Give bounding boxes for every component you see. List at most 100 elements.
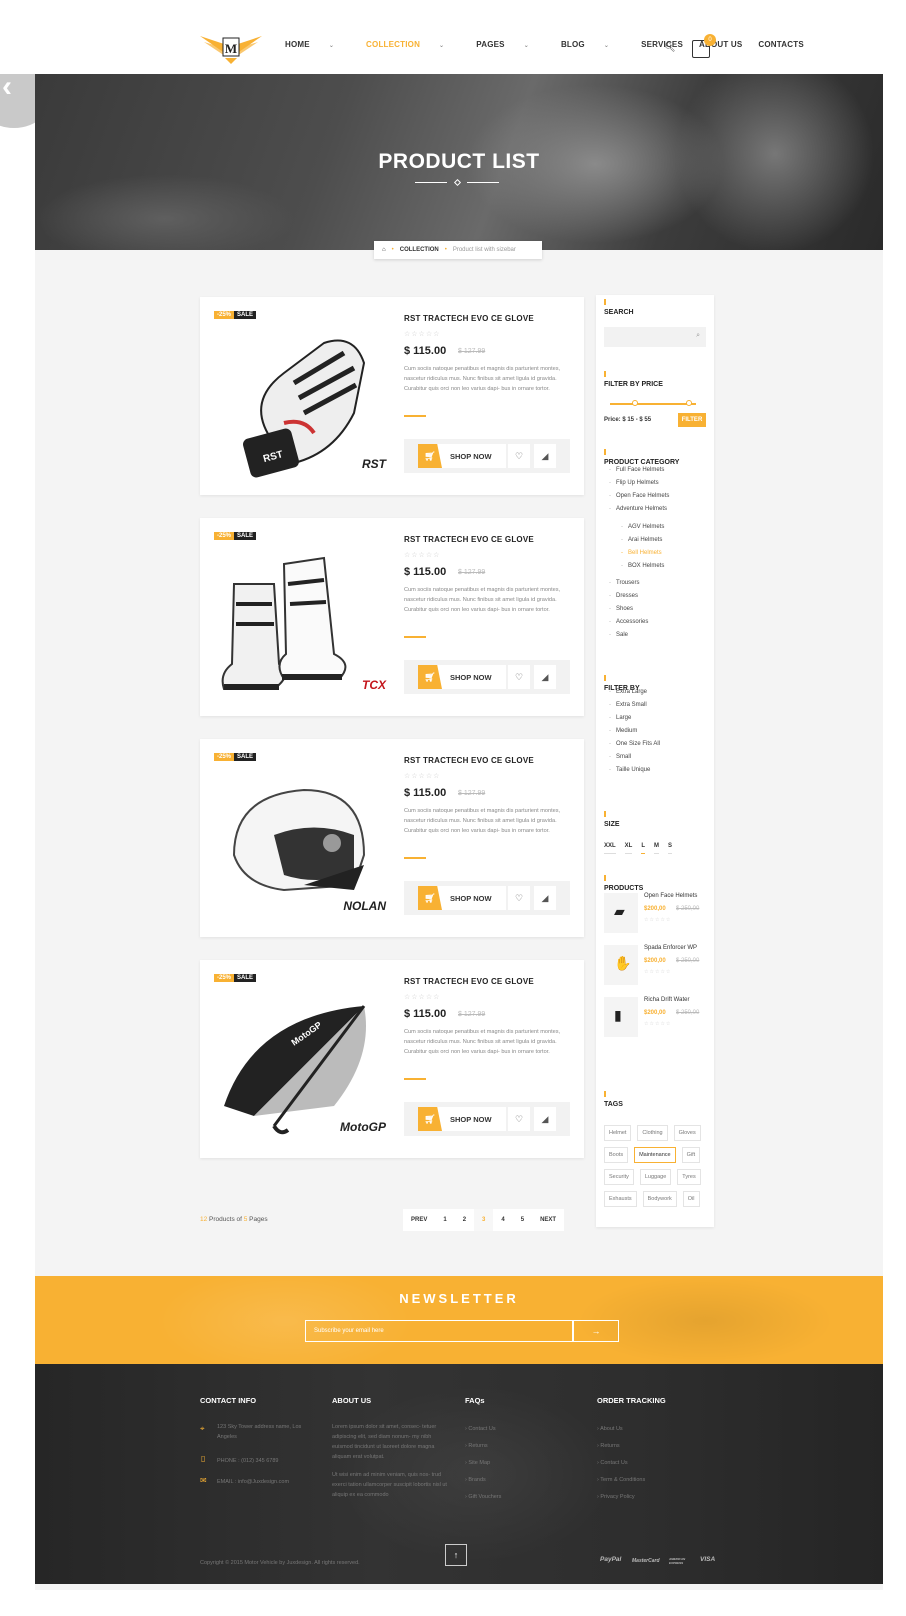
tracking-link[interactable]: › Returns [597,1441,620,1451]
nav-services[interactable]: SERVICES [641,40,683,49]
subcategory-item[interactable]: Arai Helmets [621,537,662,543]
faq-link[interactable]: › Contact Us [465,1424,496,1434]
page-number[interactable]: 3 [474,1209,494,1231]
category-item[interactable]: Sale [609,632,628,638]
slider-handle-max[interactable] [686,400,692,406]
subcategory-item[interactable]: AGV Helmets [621,524,664,530]
search-icon[interactable]: 🔍︎ [664,42,675,53]
tag-item[interactable]: Bodywork [642,1191,677,1207]
mini-product-name[interactable]: Spada Enforcer WP [644,945,697,951]
product-title[interactable]: RST TRACTECH EVO CE GLOVE [404,314,534,323]
compare-icon[interactable]: ◢ [534,886,556,910]
filter-by-item[interactable]: Medium [609,728,637,734]
filter-button[interactable]: FILTER [678,413,706,427]
shop-now-button[interactable]: 🛒︎ SHOP NOW [418,886,506,910]
filter-by-item[interactable]: Extra Small [609,702,647,708]
product-title[interactable]: RST TRACTECH EVO CE GLOVE [404,535,534,544]
scroll-to-top-button[interactable]: ↑ [445,1544,467,1566]
tag-item[interactable]: Boots [604,1147,629,1163]
product-card: -25% SALE MotoGP MotoGP RST TRACTECH EVO C… [200,960,584,1158]
tag-item[interactable]: Security [604,1169,634,1185]
filter-by-item[interactable]: Small [609,754,631,760]
sidebar-search-input[interactable]: ⌕ [604,327,706,347]
page-number[interactable]: 1 [435,1209,454,1231]
mini-product[interactable]: ▮ Richa Drift Water $200,00 $ 250,00 ☆☆☆… [604,997,708,1037]
filter-by-item[interactable]: Large [609,715,632,721]
compare-icon[interactable]: ◢ [534,1107,556,1131]
product-image[interactable]: TCX [214,544,390,704]
page-number[interactable]: 2 [455,1209,474,1231]
shop-now-button[interactable]: 🛒︎ SHOP NOW [418,665,506,689]
tracking-link[interactable]: › Privacy Policy [597,1492,635,1502]
product-title[interactable]: RST TRACTECH EVO CE GLOVE [404,977,534,986]
newsletter-submit-button[interactable]: → [573,1320,619,1342]
mini-product[interactable]: ▰ Open Face Helmets $200,00 $ 250,00 ☆☆☆… [604,893,708,933]
tag-item[interactable]: Helmet [604,1125,632,1141]
shop-now-button[interactable]: 🛒︎ SHOP NOW [418,444,506,468]
tag-item[interactable]: Luggage [639,1169,672,1185]
tag-item[interactable]: Clothing [637,1125,668,1141]
compare-icon[interactable]: ◢ [534,444,556,468]
mini-product[interactable]: ✋ Spada Enforcer WP $200,00 $ 250,00 ☆☆☆… [604,945,708,985]
tag-item[interactable]: Gloves [673,1125,701,1141]
size-option[interactable]: S [668,843,673,854]
tag-item[interactable]: Gift [681,1147,701,1163]
page-number[interactable]: 5 [513,1209,532,1231]
home-icon[interactable]: ⌂ [382,247,386,253]
tag-item[interactable]: Oil [682,1191,700,1207]
page-number[interactable]: 4 [493,1209,512,1231]
nav-pages[interactable]: PAGES ⌄ [476,40,545,49]
tracking-link[interactable]: › About Us [597,1424,623,1434]
subcategory-item[interactable]: Bell Helmets [621,550,662,556]
mini-product-name[interactable]: Open Face Helmets [644,893,697,899]
price-slider[interactable] [610,400,696,406]
newsletter-email-input[interactable]: Subscribe your email here [305,1320,573,1342]
tag-item[interactable]: Tyres [677,1169,701,1185]
category-item[interactable]: Dresses [609,593,638,599]
nav-contacts[interactable]: CONTACTS [758,40,803,49]
tag-item[interactable]: Maintenance [634,1147,676,1163]
filter-by-item[interactable]: Extra Large [609,689,647,695]
brand-logo: MotoGP [340,1120,386,1134]
breadcrumb-collection[interactable]: COLLECTION [400,247,439,253]
mini-product-name[interactable]: Richa Drift Water [644,997,689,1003]
slider-handle-min[interactable] [632,400,638,406]
filter-by-item[interactable]: Taille Unique [609,767,650,773]
product-title[interactable]: RST TRACTECH EVO CE GLOVE [404,756,534,765]
size-option[interactable]: L [641,843,646,854]
wishlist-heart-icon[interactable]: ♡ [508,1107,530,1131]
size-option[interactable]: XL [624,843,633,854]
faq-link[interactable]: › Gift Vouchers [465,1492,501,1502]
faq-link[interactable]: › Returns [465,1441,488,1451]
wishlist-heart-icon[interactable]: ♡ [508,886,530,910]
filter-by-item[interactable]: One Size Fits All [609,741,660,747]
faq-link[interactable]: › Brands [465,1475,486,1485]
category-item[interactable]: Shoes [609,606,633,612]
prev-page-button[interactable]: PREV [403,1209,435,1231]
wishlist-heart-icon[interactable]: ♡ [508,665,530,689]
product-image[interactable]: MotoGP MotoGP [214,986,390,1146]
product-image[interactable]: RST RST [214,323,390,483]
category-item[interactable]: Full Face Helmets [609,467,664,473]
nav-collection[interactable]: COLLECTION ⌄ [366,40,460,49]
category-item[interactable]: Trousers [609,580,640,586]
nav-blog[interactable]: BLOG ⌄ [561,40,625,49]
size-option[interactable]: M [654,843,660,854]
category-item[interactable]: Open Face Helmets [609,493,669,499]
category-item[interactable]: Flip Up Helmets [609,480,659,486]
tracking-link[interactable]: › Term & Conditions [597,1475,645,1485]
shop-now-button[interactable]: 🛒︎ SHOP NOW [418,1107,506,1131]
nav-home[interactable]: HOME ⌄ [285,40,350,49]
wishlist-heart-icon[interactable]: ♡ [508,444,530,468]
tracking-link[interactable]: › Contact Us [597,1458,628,1468]
category-item[interactable]: Accessories [609,619,648,625]
faq-link[interactable]: › Site Map [465,1458,490,1468]
subcategory-item[interactable]: BOX Helmets [621,563,664,569]
compare-icon[interactable]: ◢ [534,665,556,689]
next-page-button[interactable]: NEXT [532,1209,564,1231]
product-image[interactable]: NOLAN [214,765,390,925]
size-option[interactable]: XXL [604,843,616,854]
tag-item[interactable]: Exhausts [604,1191,637,1207]
email[interactable]: EMAIL : info@Juxdesign.com [217,1477,289,1487]
category-item[interactable]: Adventure Helmets [609,506,667,512]
